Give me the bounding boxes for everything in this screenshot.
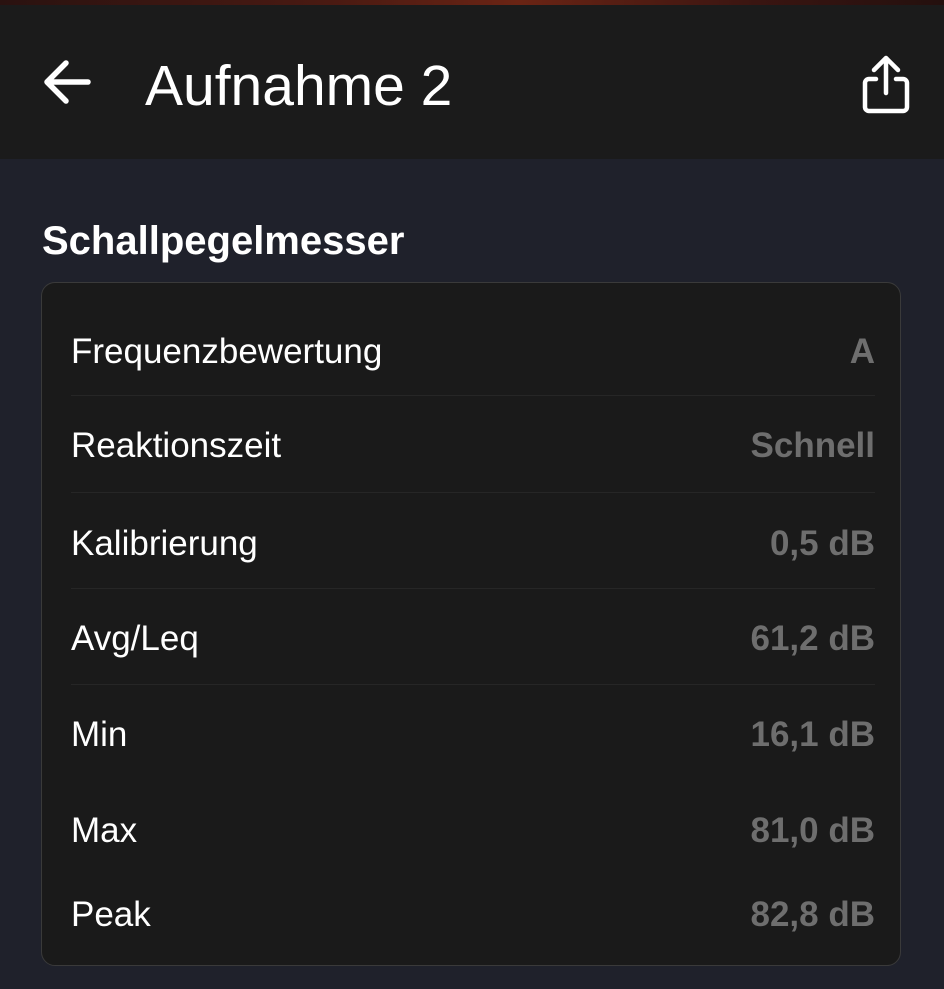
row-value: 16,1 dB — [750, 715, 876, 754]
row-value: 0,5 dB — [769, 524, 875, 563]
page-title: Aufnahme 2 — [145, 54, 453, 118]
row-label: Min — [71, 715, 128, 754]
row-calibration: Kalibrierung 0,5 dB — [71, 496, 875, 592]
divider — [71, 588, 875, 589]
share-button[interactable] — [852, 49, 920, 121]
row-peak: Peak 82,8 dB — [71, 867, 875, 963]
divider — [71, 684, 875, 685]
row-label: Kalibrierung — [71, 524, 258, 563]
row-min: Min 16,1 dB — [71, 687, 875, 783]
row-max: Max 81,0 dB — [71, 783, 875, 879]
row-label: Frequenzbewertung — [71, 332, 383, 371]
row-response-time: Reaktionszeit Schnell — [71, 398, 875, 494]
divider — [71, 492, 875, 493]
section-heading: Schallpegelmesser — [42, 219, 405, 263]
row-label: Reaktionszeit — [71, 426, 282, 465]
row-value: 61,2 dB — [750, 619, 876, 658]
back-button[interactable] — [36, 51, 98, 113]
share-icon — [862, 55, 910, 114]
arrow-left-icon — [44, 60, 91, 104]
row-value: Schnell — [750, 426, 875, 465]
divider — [71, 395, 875, 396]
row-value: 82,8 dB — [750, 895, 876, 934]
row-label: Avg/Leq — [71, 619, 199, 658]
settings-card: Frequenzbewertung A Reaktionszeit Schnel… — [41, 282, 901, 966]
row-frequency-weighting: Frequenzbewertung A — [71, 304, 875, 400]
row-value: 81,0 dB — [750, 811, 876, 850]
row-label: Peak — [71, 895, 151, 934]
app-bar: Aufnahme 2 — [0, 5, 944, 159]
row-avg-leq: Avg/Leq 61,2 dB — [71, 591, 875, 687]
row-label: Max — [71, 811, 138, 850]
row-value: A — [849, 332, 875, 371]
